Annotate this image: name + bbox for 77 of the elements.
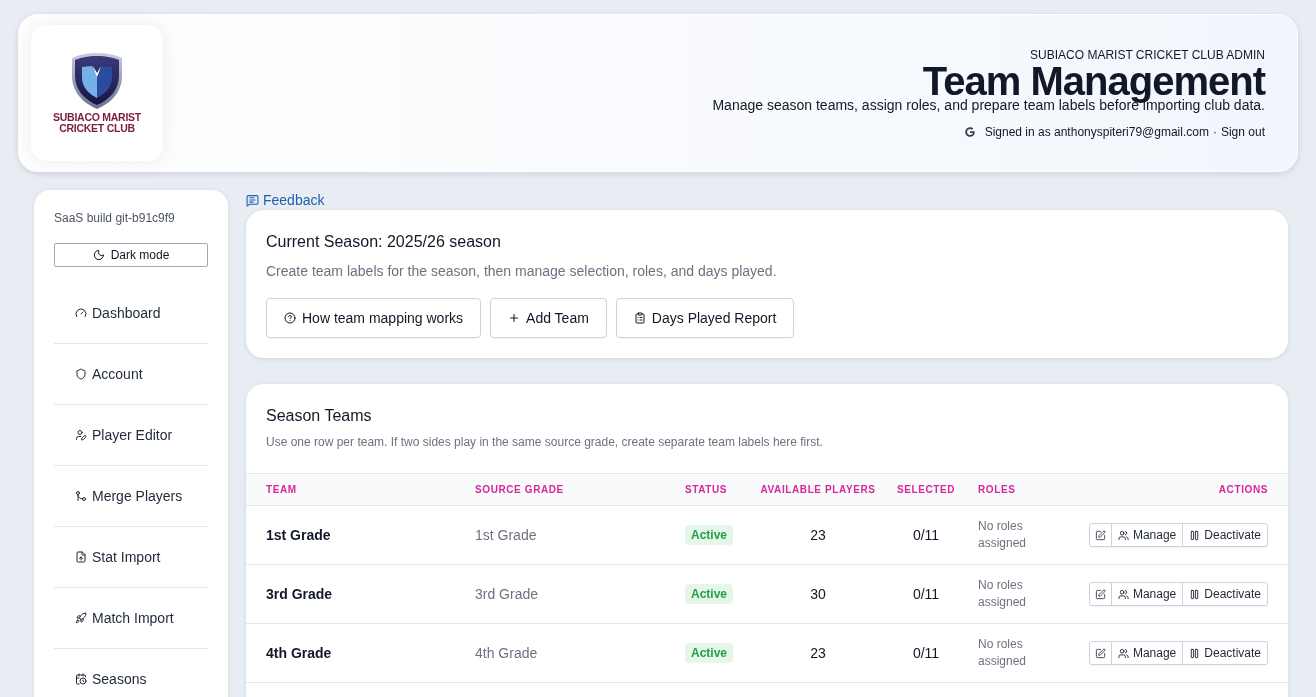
pause-icon (1189, 588, 1201, 600)
file-icon (75, 551, 87, 563)
column-header: TEAM (266, 483, 298, 497)
season-action-button[interactable]: Days Played Report (615, 298, 795, 338)
row-action-button[interactable]: Manage (1110, 583, 1183, 605)
clipboard-icon (633, 312, 646, 324)
dark-mode-button[interactable]: Dark mode (54, 243, 208, 267)
pause-icon (1189, 529, 1201, 541)
teams-description: Use one row per team. If two sides play in the same source grade, create separate team labels here first. (266, 434, 824, 450)
row-action-button[interactable]: Deactivate (1182, 583, 1267, 605)
team-name: 1st Grade (266, 526, 331, 545)
plus-icon (508, 312, 521, 324)
feedback-link[interactable]: Feedback (246, 190, 325, 210)
nav-item[interactable]: Merge Players (54, 466, 208, 527)
roles-text: No roles assigned (978, 577, 1028, 611)
signed-in-text: Signed in as anthonyspiteri79@gmail.com (984, 123, 1209, 140)
sign-out-link[interactable]: Sign out (1220, 123, 1265, 140)
row-action-button[interactable]: Deactivate (1182, 642, 1267, 664)
pause-icon (1189, 647, 1201, 659)
edit-icon (1094, 588, 1106, 600)
shield-logo-icon (71, 52, 123, 110)
column-header: ROLES (977, 483, 1017, 497)
season-description: Create team labels for the season, then manage selection, roles, and days played. (266, 262, 778, 281)
separator-dot: · (1212, 123, 1217, 140)
row-action-button[interactable]: Manage (1110, 524, 1183, 546)
status-badge: Active (685, 643, 734, 663)
gauge-icon (75, 307, 87, 319)
nav-item[interactable]: Stat Import (54, 527, 208, 588)
roles-text: No roles assigned (978, 518, 1028, 552)
row-action-button[interactable]: Deactivate (1182, 524, 1267, 546)
available-players: 23 (810, 526, 826, 545)
user-pen-icon (75, 429, 87, 441)
nav-item[interactable]: Player Editor (54, 405, 208, 466)
merge-icon (75, 490, 87, 502)
selected-count: 0/11 (912, 585, 940, 604)
message-icon (246, 193, 259, 207)
source-grade: 1st Grade (475, 526, 537, 545)
status-badge: Active (685, 584, 734, 604)
rocket-icon (75, 612, 87, 624)
users-icon (1117, 588, 1129, 600)
logo-text: CRICKET CLUB (59, 123, 135, 134)
moon-icon (92, 249, 105, 261)
season-action-button[interactable]: How team mapping works (266, 298, 482, 338)
header-eyebrow: SUBIACO MARIST CRICKET CLUB ADMIN (1030, 46, 1265, 63)
column-header: SOURCE GRADE (475, 483, 565, 497)
selected-count: 0/11 (912, 526, 940, 545)
column-header: STATUS (685, 483, 729, 497)
google-icon (964, 126, 975, 137)
calendar-clock-icon (75, 673, 87, 685)
status-badge: Active (685, 525, 734, 545)
shield-icon (75, 368, 87, 380)
team-name: 4th Grade (266, 644, 332, 663)
nav-item[interactable]: Match Import (54, 588, 208, 649)
roles-text: No roles assigned (978, 636, 1028, 670)
row-action-button[interactable]: Manage (1110, 642, 1183, 664)
column-header: ACTIONS (1218, 483, 1268, 497)
nav-item[interactable]: Dashboard (54, 283, 208, 344)
source-grade: 3rd Grade (475, 585, 539, 604)
teams-title: Season Teams (266, 406, 373, 426)
users-icon (1117, 647, 1129, 659)
team-name: 3rd Grade (266, 585, 333, 604)
column-header: AVAILABLE PLAYERS (759, 483, 877, 497)
help-icon (284, 312, 296, 324)
available-players: 23 (810, 644, 826, 663)
edit-icon (1094, 529, 1106, 541)
build-version: SaaS build git-b91c9f9 (54, 210, 176, 226)
source-grade: 4th Grade (475, 644, 538, 663)
season-action-button[interactable]: Add Team (490, 298, 607, 338)
users-icon (1117, 529, 1129, 541)
nav-item[interactable]: Account (54, 344, 208, 405)
available-players: 30 (810, 585, 826, 604)
selected-count: 0/11 (912, 644, 940, 663)
nav-item[interactable]: Seasons (54, 649, 208, 697)
column-header: SELECTED (895, 483, 957, 497)
logo-text: SUBIACO MARIST (53, 112, 141, 123)
edit-icon (1094, 647, 1106, 659)
season-title: Current Season: 2025/26 season (266, 232, 502, 252)
